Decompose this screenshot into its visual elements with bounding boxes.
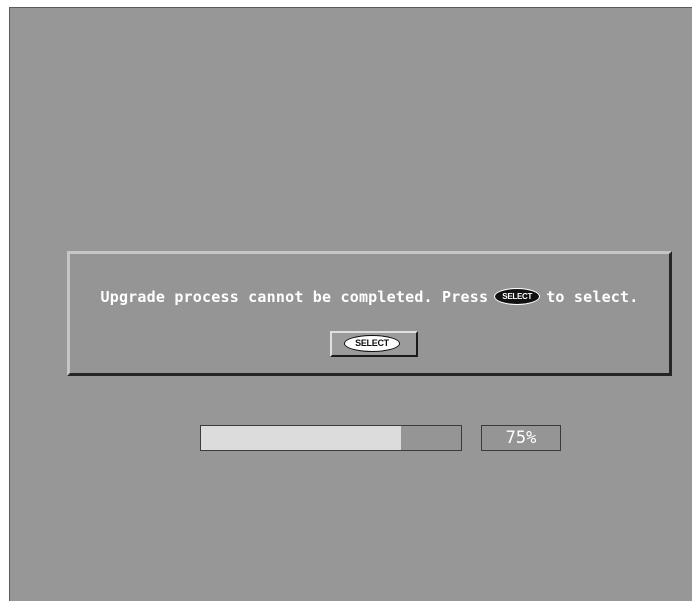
select-key-icon: SELECT (494, 287, 541, 305)
dialog-message: Upgrade process cannot be completed. Pre… (70, 287, 669, 306)
upgrade-progress-percent: 75% (481, 425, 561, 451)
upgrade-error-dialog: Upgrade process cannot be completed. Pre… (67, 251, 672, 376)
select-button[interactable]: SELECT (330, 331, 418, 357)
message-text-before: Upgrade process cannot be completed. Pre… (100, 288, 489, 306)
select-button-label: SELECT (344, 335, 400, 352)
message-text-after: to select. (546, 288, 639, 306)
tv-screen: Upgrade process cannot be completed. Pre… (9, 7, 692, 601)
upgrade-progress-bar (200, 425, 462, 451)
upgrade-progress-fill (201, 426, 402, 450)
